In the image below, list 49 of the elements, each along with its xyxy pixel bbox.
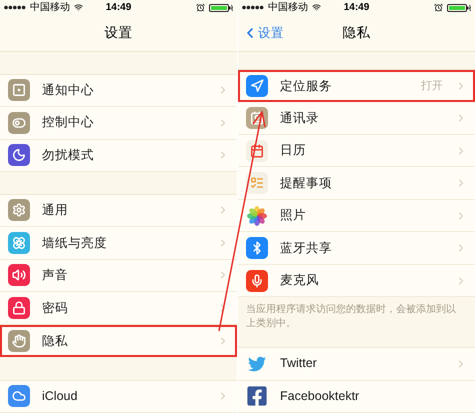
menu-item[interactable]: 勿扰模式	[0, 140, 237, 172]
alarm-icon	[434, 3, 443, 12]
menu-item[interactable]: iCloud	[0, 380, 237, 413]
menu-item[interactable]: 隐私	[0, 324, 237, 358]
photos-icon	[246, 204, 268, 227]
menu-item[interactable]: 定位服务 打开	[238, 70, 475, 102]
menu-item[interactable]: 通讯录	[238, 102, 475, 135]
gear-icon	[8, 199, 30, 222]
menu-item[interactable]: 麦克风	[238, 264, 475, 298]
hand-icon	[8, 330, 30, 352]
carrier-name: 中国移动	[268, 2, 308, 12]
bluetooth-icon	[246, 237, 268, 260]
menu-item[interactable]: 蓝牙共享	[238, 232, 475, 265]
menu-item[interactable]: 声音	[0, 260, 237, 292]
status-time: 14:49	[344, 2, 370, 12]
lock-icon	[8, 296, 30, 319]
footer-note: 当应用程序请求访问您的数据时，会被添加到以上类别中。	[245, 302, 457, 332]
status-value: 打开	[421, 78, 443, 94]
screen-title: 隐私	[342, 24, 370, 42]
screen-title: 设置	[104, 24, 132, 42]
wifi-icon	[74, 3, 83, 12]
moon-icon	[8, 144, 30, 166]
toggles-icon	[8, 112, 30, 134]
menu-item[interactable]: 照片	[238, 200, 475, 232]
menu-item[interactable]: 通用	[0, 194, 237, 228]
calendar-icon	[246, 140, 268, 162]
signal-icon	[242, 5, 264, 10]
battery-icon	[209, 4, 233, 12]
menu-item[interactable]: 提醒事项	[238, 167, 475, 200]
menu-item[interactable]: 墙纸与亮度	[0, 227, 237, 260]
flower-icon	[8, 232, 30, 254]
battery-icon	[447, 4, 471, 12]
menu-item[interactable]: 控制中心	[0, 107, 237, 140]
back-link[interactable]: 设置	[242, 24, 284, 42]
carrier-name: 中国移动	[30, 2, 70, 12]
signal-icon	[4, 5, 26, 10]
menu-item[interactable]: 通知中心	[0, 74, 237, 108]
menu-item[interactable]: Facebooktektr	[238, 380, 475, 413]
alarm-icon	[196, 3, 205, 12]
status-time: 14:49	[106, 2, 132, 12]
f-logo-icon	[246, 385, 268, 408]
menu-item[interactable]: 日历	[238, 134, 475, 168]
wifi-icon	[312, 3, 321, 12]
menu-item[interactable]: 密码	[0, 292, 237, 325]
microphone-icon	[246, 270, 268, 292]
speaker-icon	[8, 264, 30, 286]
checklist-icon	[246, 172, 268, 194]
menu-item[interactable]: Twitter	[238, 348, 475, 380]
cloud-icon	[8, 385, 30, 408]
